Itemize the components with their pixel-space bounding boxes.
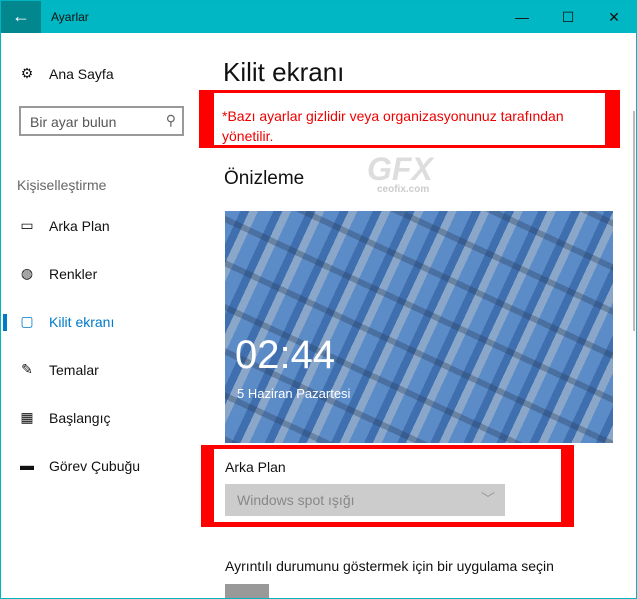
- preview-date: 5 Haziran Pazartesi: [237, 386, 351, 401]
- detail-status-label: Ayrıntılı durumunu göstermek için bir uy…: [225, 558, 554, 574]
- sidebar-item-lock-screen[interactable]: ▢ Kilit ekranı: [1, 307, 201, 337]
- arrow-left-icon: ←: [12, 6, 30, 26]
- minimize-button[interactable]: —: [499, 1, 545, 33]
- settings-window: ← Ayarlar — ☐ ✕ ⚙ Ana Sayfa Bir ayar bulu…: [0, 0, 637, 599]
- selection-indicator: [3, 314, 7, 331]
- sidebar-item-colors[interactable]: ◍ Renkler: [1, 259, 201, 289]
- section-heading: Kişiselleştirme: [17, 177, 107, 193]
- maximize-button[interactable]: ☐: [545, 1, 591, 33]
- theme-icon: ✎: [21, 361, 33, 377]
- managed-warning: *Bazı ayarlar gizlidir veya organizasyon…: [214, 93, 605, 145]
- sidebar: ⚙ Ana Sayfa Bir ayar bulun ⚲ Kişiselleştir…: [1, 33, 201, 598]
- sidebar-item-home[interactable]: ⚙ Ana Sayfa: [1, 59, 201, 89]
- background-label: Arka Plan: [225, 459, 286, 475]
- start-icon: ▦: [20, 409, 34, 425]
- watermark-logo: GFX ceofix.com: [367, 151, 433, 195]
- search-input[interactable]: Bir ayar bulun ⚲: [19, 106, 184, 136]
- sidebar-item-start[interactable]: ▦ Başlangıç: [1, 403, 201, 433]
- image-icon: ▭: [20, 217, 34, 233]
- window-title: Ayarlar: [51, 10, 89, 24]
- close-button[interactable]: ✕: [591, 1, 636, 33]
- lock-screen-preview: 02:44 5 Haziran Pazartesi: [225, 211, 613, 443]
- back-button[interactable]: ←: [1, 1, 41, 33]
- app-tile-button[interactable]: [225, 584, 269, 598]
- preview-clock: 02:44: [235, 333, 336, 377]
- palette-icon: ◍: [20, 265, 34, 281]
- preview-heading: Önizleme: [224, 168, 305, 189]
- sidebar-item-themes[interactable]: ✎ Temalar: [1, 355, 201, 385]
- warning-highlight: *Bazı ayarlar gizlidir veya organizasyon…: [199, 90, 620, 148]
- sidebar-item-taskbar[interactable]: ▬ Görev Çubuğu: [1, 451, 201, 481]
- page-title: Kilit ekranı: [223, 57, 345, 87]
- chevron-down-icon: ﹀: [481, 491, 495, 507]
- sidebar-item-background[interactable]: ▭ Arka Plan: [1, 211, 201, 241]
- background-highlight: Arka Plan Windows spot ışığı ﹀: [201, 445, 574, 527]
- lock-screen-icon: ▢: [20, 313, 34, 329]
- scrollbar[interactable]: [633, 111, 635, 331]
- title-bar: ← Ayarlar — ☐ ✕: [1, 1, 636, 33]
- gear-icon: ⚙: [20, 65, 34, 81]
- search-icon: ⚲: [165, 112, 176, 128]
- taskbar-icon: ▬: [20, 457, 34, 473]
- background-dropdown[interactable]: Windows spot ışığı ﹀: [225, 484, 505, 516]
